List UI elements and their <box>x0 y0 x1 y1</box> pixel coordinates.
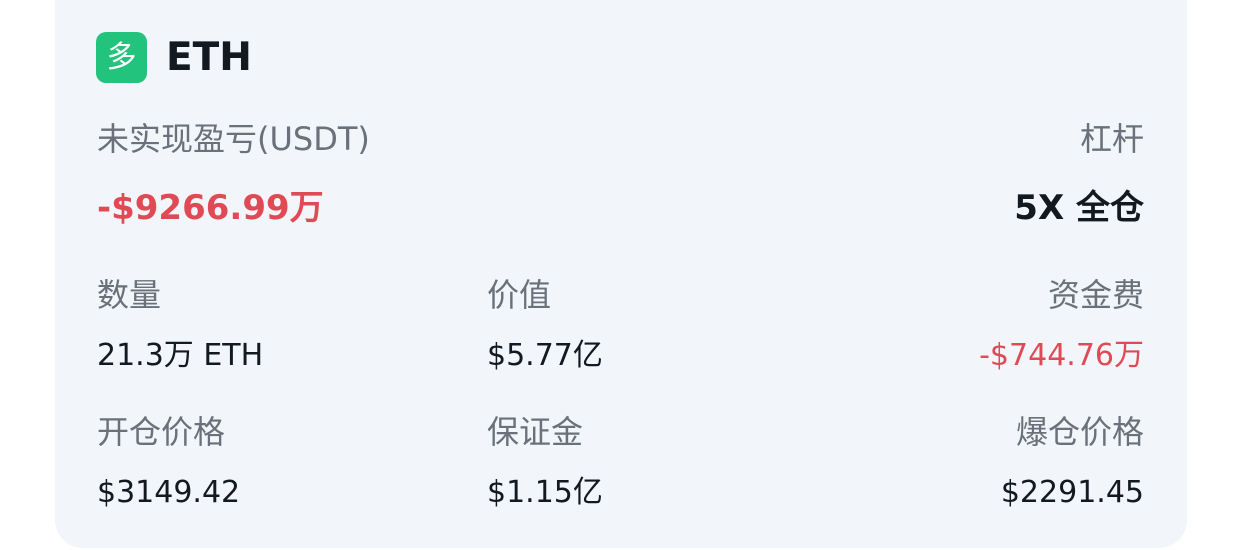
value-value: $5.77亿 <box>487 338 603 373</box>
quantity-label: 数量 <box>97 276 162 314</box>
symbol-title: ETH <box>166 35 252 80</box>
margin-label: 保证金 <box>487 413 584 451</box>
liquidation-price-value: $2291.45 <box>1000 475 1144 510</box>
funding-fee-value: -$744.76万 <box>979 338 1144 373</box>
leverage-label: 杠杆 <box>1079 120 1144 158</box>
liquidation-price-label: 爆仓价格 <box>1015 413 1144 451</box>
funding-fee-label: 资金费 <box>1047 276 1144 314</box>
quantity-value: 21.3万 ETH <box>97 338 264 373</box>
entry-price-label: 开仓价格 <box>97 413 226 451</box>
margin-value: $1.15亿 <box>487 475 603 510</box>
value-label: 价值 <box>487 276 552 314</box>
entry-price-value: $3149.42 <box>97 475 241 510</box>
leverage-value: 5X 全仓 <box>1014 188 1144 228</box>
long-badge: 多 <box>96 32 147 83</box>
unrealized-pnl-label: 未实现盈亏(USDT) <box>97 120 370 158</box>
unrealized-pnl-value: -$9266.99万 <box>97 188 324 228</box>
